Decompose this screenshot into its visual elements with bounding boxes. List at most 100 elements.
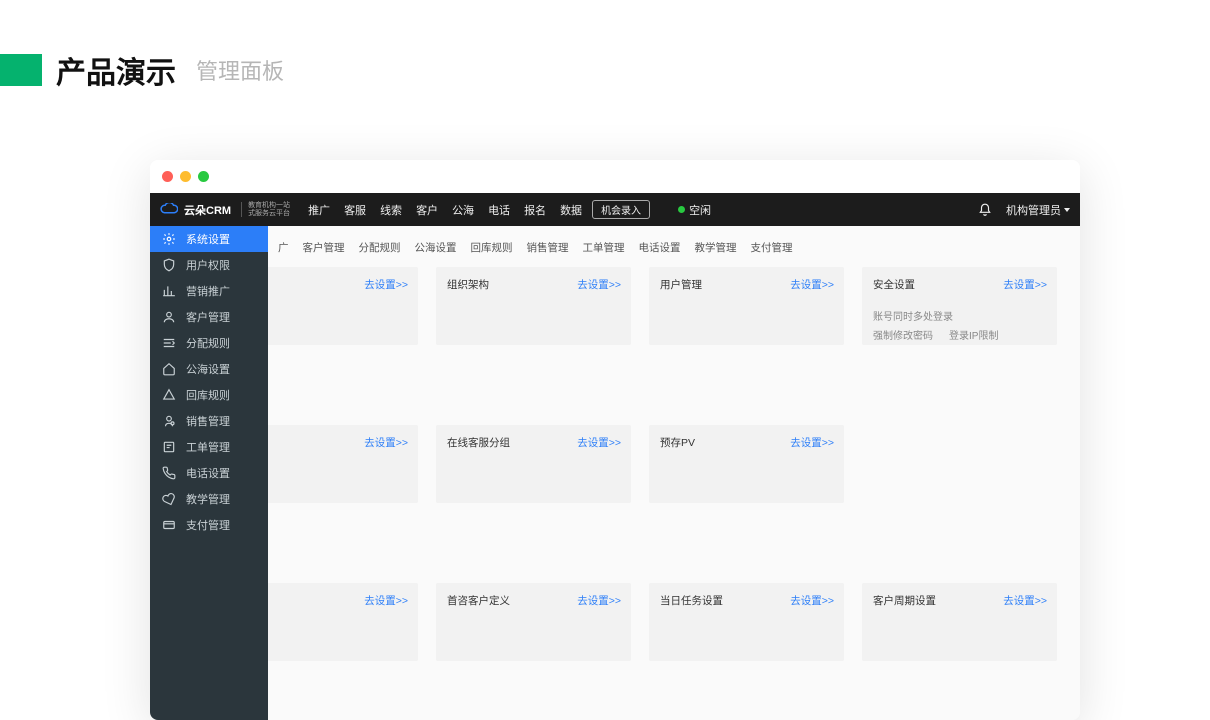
heading-accent	[0, 54, 42, 86]
nav-phone[interactable]: 电话	[488, 202, 510, 218]
card-title: 在线客服分组	[447, 437, 510, 449]
go-settings-link[interactable]: 去设置>>	[577, 593, 621, 608]
tab-teaching-management[interactable]: 教学管理	[695, 240, 737, 255]
sidebar-item-system-settings[interactable]: 系统设置	[150, 226, 268, 252]
settings-card[interactable]: 去设置>>	[268, 267, 418, 345]
user-icon	[162, 310, 176, 324]
window-close-icon[interactable]	[162, 171, 173, 182]
tab-assignment-rules[interactable]: 分配规则	[359, 240, 401, 255]
sidebar-item-label: 教学管理	[186, 491, 230, 507]
sidebar-item-marketing[interactable]: 营销推广	[150, 278, 268, 304]
go-settings-link[interactable]: 去设置>>	[1003, 277, 1047, 292]
sidebar-item-payment-management[interactable]: 支付管理	[150, 512, 268, 538]
sidebar-item-teaching-management[interactable]: 教学管理	[150, 486, 268, 512]
sidebar-item-label: 支付管理	[186, 517, 230, 533]
teach-icon	[162, 492, 176, 506]
user-role-label: 机构管理员	[1006, 202, 1061, 218]
go-settings-link[interactable]: 去设置>>	[577, 277, 621, 292]
go-settings-link[interactable]: 去设置>>	[1003, 593, 1047, 608]
top-right: 机构管理员	[978, 202, 1070, 218]
bell-icon[interactable]	[978, 203, 992, 217]
window-maximize-icon[interactable]	[198, 171, 209, 182]
tab-return-rules[interactable]: 回库规则	[471, 240, 513, 255]
pay-icon	[162, 518, 176, 532]
settings-card-first-consult-customer[interactable]: 首咨客户定义 去设置>>	[436, 583, 631, 661]
card-detail: 强制修改密码 登录IP限制	[873, 327, 1046, 342]
tab-customer-management[interactable]: 客户管理	[303, 240, 345, 255]
settings-card[interactable]: 则 去设置>>	[268, 583, 418, 661]
go-settings-link[interactable]: 去设置>>	[790, 435, 834, 450]
go-settings-link[interactable]: 去设置>>	[790, 593, 834, 608]
top-nav: 推广 客服 线索 客户 公海 电话 报名 数据	[308, 202, 582, 218]
cloud-icon	[160, 203, 178, 217]
nav-promote[interactable]: 推广	[308, 202, 330, 218]
tab-phone-settings[interactable]: 电话设置	[639, 240, 681, 255]
tab-sales-management[interactable]: 销售管理	[527, 240, 569, 255]
sidebar-item-label: 分配规则	[186, 335, 230, 351]
card-title: 客户周期设置	[873, 595, 936, 607]
page-heading: 产品演示 管理面板	[0, 0, 1210, 112]
go-settings-link[interactable]: 去设置>>	[364, 593, 408, 608]
sidebar: 系统设置 用户权限 营销推广 客户管理 分配规则 公海设置	[150, 226, 268, 720]
nav-pool[interactable]: 公海	[452, 202, 474, 218]
settings-card-user-management[interactable]: 用户管理 去设置>>	[649, 267, 844, 345]
house-icon	[162, 362, 176, 376]
shield-icon	[162, 258, 176, 272]
sidebar-item-label: 系统设置	[186, 231, 230, 247]
sidebar-item-user-permissions[interactable]: 用户权限	[150, 252, 268, 278]
go-settings-link[interactable]: 去设置>>	[577, 435, 621, 450]
tab-payment-management[interactable]: 支付管理	[751, 240, 793, 255]
settings-card-org-structure[interactable]: 组织架构 去设置>>	[436, 267, 631, 345]
nav-signup[interactable]: 报名	[524, 202, 546, 218]
sidebar-item-phone-settings[interactable]: 电话设置	[150, 460, 268, 486]
sidebar-item-return-rules[interactable]: 回库规则	[150, 382, 268, 408]
status-indicator[interactable]: 空闲	[678, 202, 711, 218]
record-opportunity-button[interactable]: 机会录入	[592, 200, 650, 219]
card-title: 安全设置	[873, 279, 915, 291]
sidebar-item-sales-management[interactable]: 销售管理	[150, 408, 268, 434]
sidebar-item-label: 电话设置	[186, 465, 230, 481]
nav-customer[interactable]: 客户	[416, 202, 438, 218]
settings-card[interactable]: 置 去设置>>	[268, 425, 418, 503]
logo[interactable]: 云朵CRM 教育机构一站 式服务云平台	[160, 202, 290, 218]
sidebar-item-assignment-rules[interactable]: 分配规则	[150, 330, 268, 356]
nav-data[interactable]: 数据	[560, 202, 582, 218]
page-title: 产品演示	[56, 48, 176, 92]
settings-card-pv[interactable]: 预存PV 去设置>>	[649, 425, 844, 503]
settings-card-security[interactable]: 安全设置 去设置>> 账号同时多处登录 强制修改密码 登录IP限制	[862, 267, 1057, 345]
tab-ticket-management[interactable]: 工单管理	[583, 240, 625, 255]
tab-promotion[interactable]: 广	[274, 240, 289, 255]
ticket-icon	[162, 440, 176, 454]
logo-text: 云朵CRM	[184, 202, 231, 218]
nav-service[interactable]: 客服	[344, 202, 366, 218]
go-settings-link[interactable]: 去设置>>	[364, 435, 408, 450]
detail-item: 账号同时多处登录	[873, 308, 953, 323]
sidebar-item-label: 用户权限	[186, 257, 230, 273]
status-label: 空闲	[689, 202, 711, 218]
sidebar-item-customer-management[interactable]: 客户管理	[150, 304, 268, 330]
top-bar: 云朵CRM 教育机构一站 式服务云平台 推广 客服 线索 客户 公海 电话 报名…	[150, 193, 1080, 226]
body-area: 系统设置 用户权限 营销推广 客户管理 分配规则 公海设置	[150, 226, 1080, 720]
window-traffic-lights	[150, 160, 1080, 193]
return-icon	[162, 388, 176, 402]
tab-pool-settings[interactable]: 公海设置	[415, 240, 457, 255]
settings-card-online-service-groups[interactable]: 在线客服分组 去设置>>	[436, 425, 631, 503]
card-title: 组织架构	[447, 279, 489, 291]
settings-icon	[162, 232, 176, 246]
logo-tagline: 教育机构一站 式服务云平台	[241, 202, 290, 217]
cards-grid: 去设置>> 组织架构 去设置>> 用户管理 去设置>> 安全设置 去设置>> 账…	[268, 267, 1080, 661]
card-detail: 账号同时多处登录	[873, 308, 1046, 323]
user-role-menu[interactable]: 机构管理员	[1006, 202, 1070, 218]
sidebar-item-ticket-management[interactable]: 工单管理	[150, 434, 268, 460]
settings-card-daily-task[interactable]: 当日任务设置 去设置>>	[649, 583, 844, 661]
sidebar-item-pool-settings[interactable]: 公海设置	[150, 356, 268, 382]
go-settings-link[interactable]: 去设置>>	[364, 277, 408, 292]
card-title: 用户管理	[660, 279, 702, 291]
sidebar-item-label: 客户管理	[186, 309, 230, 325]
go-settings-link[interactable]: 去设置>>	[790, 277, 834, 292]
window-minimize-icon[interactable]	[180, 171, 191, 182]
chevron-down-icon	[1064, 208, 1070, 212]
main-content: 广 客户管理 分配规则 公海设置 回库规则 销售管理 工单管理 电话设置 教学管…	[268, 226, 1080, 720]
settings-card-customer-cycle[interactable]: 客户周期设置 去设置>>	[862, 583, 1057, 661]
nav-leads[interactable]: 线索	[380, 202, 402, 218]
